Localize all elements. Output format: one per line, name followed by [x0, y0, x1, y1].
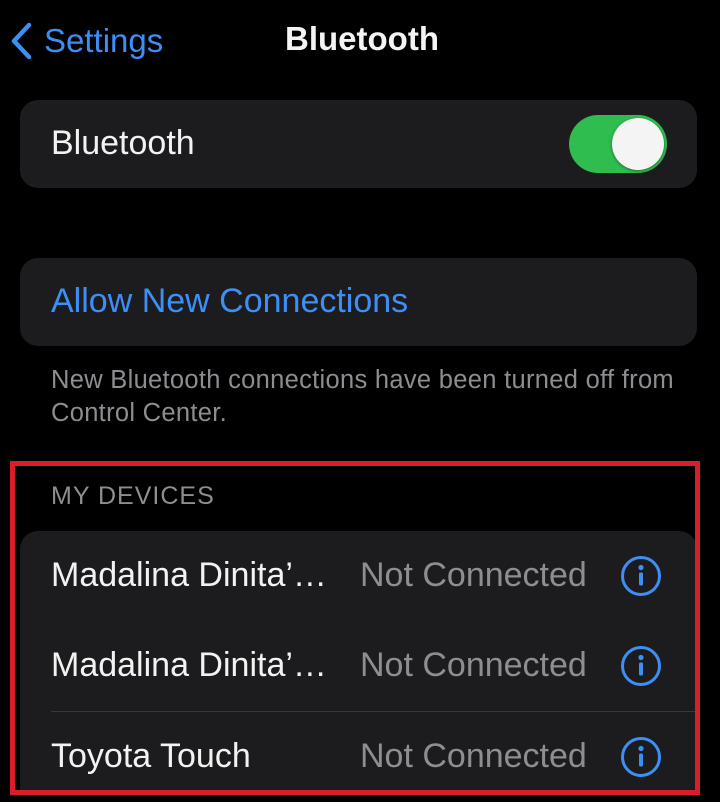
page-title: Bluetooth	[285, 20, 439, 57]
toggle-knob	[612, 118, 664, 170]
navigation-bar: Settings Bluetooth	[0, 0, 720, 84]
highlight-box	[10, 461, 700, 795]
bluetooth-toggle-row: Bluetooth	[20, 100, 697, 188]
allow-connections-row[interactable]: Allow New Connections	[20, 258, 697, 346]
bluetooth-toggle[interactable]	[569, 115, 667, 173]
allow-footnote: New Bluetooth connections have been turn…	[51, 366, 674, 427]
allow-new-connections-button[interactable]: Allow New Connections	[51, 282, 408, 321]
bluetooth-label: Bluetooth	[51, 124, 195, 162]
